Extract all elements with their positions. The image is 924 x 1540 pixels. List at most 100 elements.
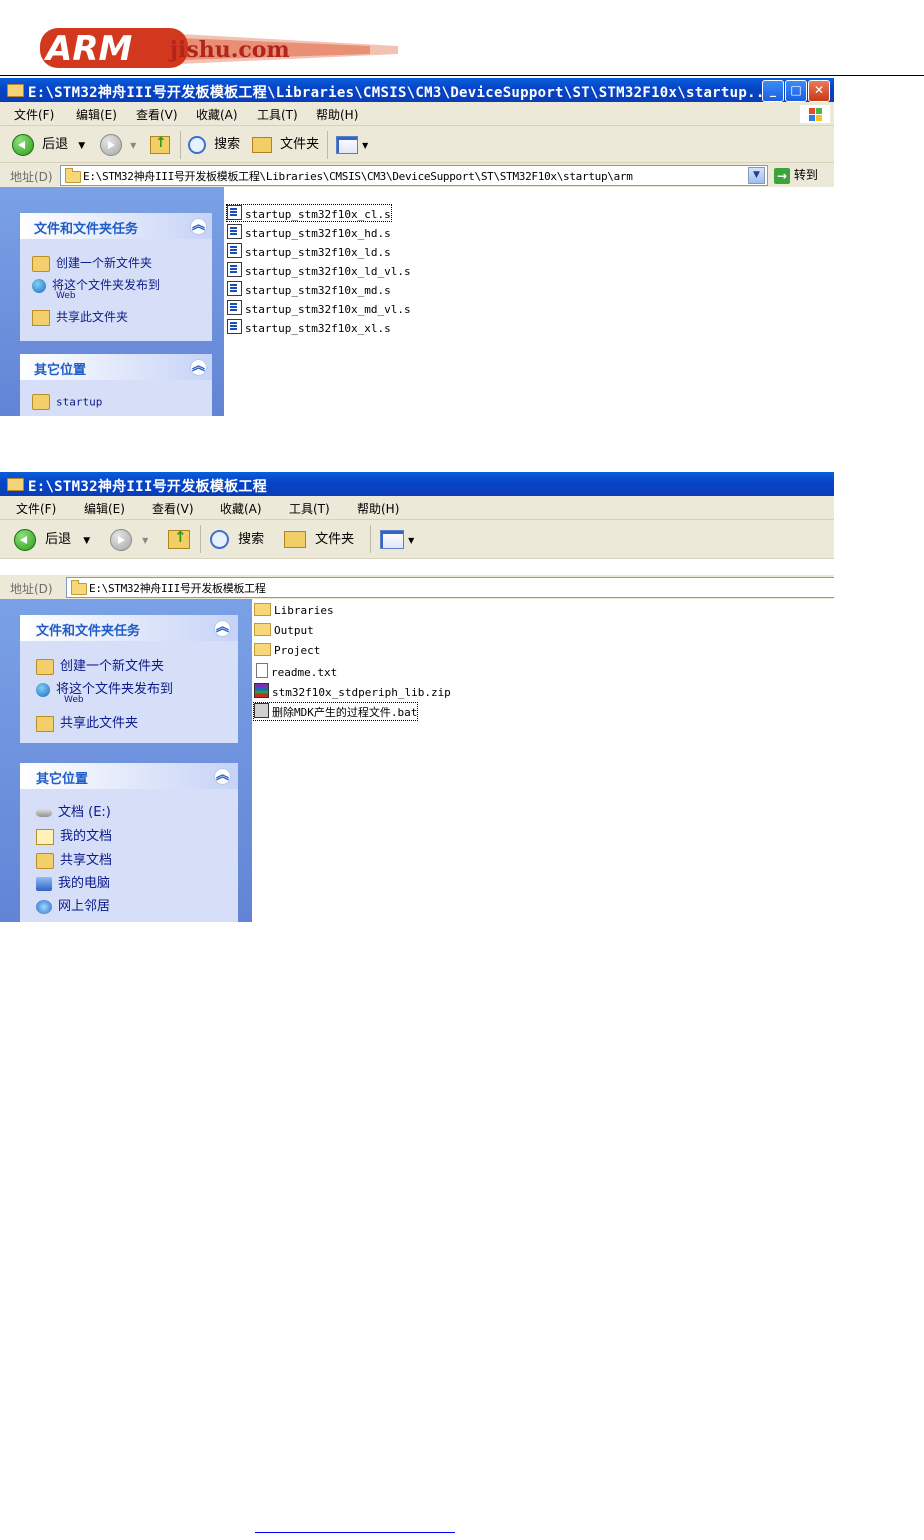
go-button[interactable]: → 转到: [774, 165, 818, 185]
file-item[interactable]: startup_stm32f10x_md.s: [227, 281, 391, 297]
title-bar[interactable]: E:\STM32神舟III号开发板模板工程\Libraries\CMSIS\CM…: [0, 78, 834, 102]
forward-button[interactable]: ▼: [100, 133, 136, 157]
task-pane: 文件和文件夹任务 ︽ 创建一个新文件夹 将这个文件夹发布到 Web 共享此文件夹…: [0, 599, 252, 922]
menu-favorites[interactable]: 收藏(A): [196, 106, 238, 123]
task-publish-web[interactable]: 将这个文件夹发布到: [32, 276, 160, 293]
up-folder-button[interactable]: ↑: [168, 528, 190, 552]
menu-edit[interactable]: 编辑(E): [76, 106, 117, 123]
folders-label: 文件夹: [280, 137, 320, 152]
menu-favorites[interactable]: 收藏(A): [220, 500, 262, 517]
go-label: 转到: [793, 168, 818, 182]
forward-arrow-icon: [110, 528, 132, 551]
file-item[interactable]: startup_stm32f10x_xl.s: [227, 319, 391, 335]
address-input[interactable]: E:\STM32神舟III号开发板模板工程: [66, 577, 834, 598]
search-icon: [210, 530, 229, 549]
file-item[interactable]: Output: [254, 623, 314, 637]
title-bar[interactable]: E:\STM32神舟III号开发板模板工程: [0, 472, 834, 496]
file-name: startup_stm32f10x_md.s: [245, 284, 391, 297]
up-folder-button[interactable]: ↑: [150, 133, 170, 157]
place-network[interactable]: 网上邻居: [36, 895, 110, 914]
minimize-button[interactable]: _: [762, 80, 784, 102]
place-label: 网上邻居: [58, 899, 111, 914]
file-name: Output: [274, 624, 314, 637]
collapse-icon[interactable]: ︽: [190, 359, 207, 376]
file-item[interactable]: startup_stm32f10x_ld.s: [227, 243, 391, 259]
menu-tools[interactable]: 工具(T): [289, 500, 330, 517]
folders-button[interactable]: 文件夹: [252, 133, 319, 157]
task-web-sublabel[interactable]: Web: [64, 695, 84, 705]
back-label: 后退: [42, 137, 69, 152]
address-label: 地址(D): [10, 582, 53, 596]
windows-logo-icon: [800, 105, 830, 123]
panel-header[interactable]: 其它位置 ︽: [20, 354, 212, 380]
search-button[interactable]: 搜索: [210, 528, 264, 552]
folder-icon: [254, 643, 271, 656]
close-button[interactable]: ✕: [808, 80, 830, 102]
collapse-icon[interactable]: ︽: [190, 218, 207, 235]
place-startup[interactable]: startup: [32, 394, 102, 410]
folder-icon: [71, 580, 87, 595]
task-share-folder[interactable]: 共享此文件夹: [32, 308, 128, 326]
place-drive-e[interactable]: 文档 (E:): [36, 801, 111, 820]
file-item[interactable]: startup_stm32f10x_ld_vl.s: [227, 262, 411, 278]
menu-help[interactable]: 帮助(H): [316, 106, 358, 123]
collapse-icon[interactable]: ︽: [214, 768, 231, 785]
address-dropdown-button[interactable]: ▼: [748, 167, 765, 184]
file-item[interactable]: startup_stm32f10x_md_vl.s: [227, 300, 411, 316]
task-label: 将这个文件夹发布到: [52, 278, 161, 292]
task-publish-web[interactable]: 将这个文件夹发布到: [36, 678, 173, 697]
menu-view[interactable]: 查看(V): [136, 106, 178, 123]
toolbar-separator: [180, 131, 181, 159]
place-shared-documents[interactable]: 共享文档: [36, 849, 112, 869]
panel-header[interactable]: 文件和文件夹任务 ︽: [20, 615, 238, 641]
menu-file[interactable]: 文件(F): [16, 500, 56, 517]
file-item[interactable]: readme.txt: [256, 663, 337, 679]
file-item[interactable]: Project: [254, 643, 320, 657]
folders-icon: [252, 136, 272, 153]
place-my-documents[interactable]: 我的文档: [36, 825, 112, 845]
share-folder-icon: [32, 309, 50, 326]
panel-header[interactable]: 其它位置 ︽: [20, 763, 238, 789]
search-button[interactable]: 搜索: [188, 133, 240, 157]
task-web-sublabel[interactable]: Web: [56, 291, 76, 301]
file-item[interactable]: Libraries: [254, 603, 334, 617]
place-my-computer[interactable]: 我的电脑: [36, 872, 110, 891]
folders-button[interactable]: 文件夹: [284, 528, 354, 552]
file-item[interactable]: stm32f10x_stdperiph_lib.zip: [254, 683, 451, 699]
maximize-button[interactable]: □: [785, 80, 807, 102]
views-icon: [380, 530, 404, 549]
forward-button[interactable]: ▼: [110, 528, 148, 552]
menu-tools[interactable]: 工具(T): [257, 106, 298, 123]
task-new-folder[interactable]: 创建一个新文件夹: [32, 254, 152, 272]
file-item[interactable]: startup_stm32f10x_hd.s: [227, 224, 391, 240]
task-share-folder[interactable]: 共享此文件夹: [36, 712, 138, 732]
header-rule: [0, 75, 924, 76]
task-label: 创建一个新文件夹: [56, 256, 153, 270]
menu-edit[interactable]: 编辑(E): [84, 500, 125, 517]
assembly-file-icon: [227, 243, 242, 258]
menu-help[interactable]: 帮助(H): [357, 500, 399, 517]
search-label: 搜索: [214, 137, 241, 152]
back-button[interactable]: 后退 ▼: [12, 133, 85, 157]
toolbar: 后退 ▼ ▼ ↑ 搜索 文件夹 ▼: [0, 126, 834, 163]
views-button[interactable]: ▼: [336, 133, 368, 157]
globe-icon: [32, 278, 46, 293]
views-button[interactable]: ▼: [380, 528, 414, 552]
address-input[interactable]: E:\STM32神舟III号开发板模板工程\Libraries\CMSIS\CM…: [60, 165, 768, 186]
go-arrow-icon: →: [774, 167, 790, 184]
other-places-panel: 其它位置 ︽ startup: [20, 354, 212, 416]
file-name: startup_stm32f10x_xl.s: [245, 322, 391, 335]
panel-header[interactable]: 文件和文件夹任务 ︽: [20, 213, 212, 239]
file-item[interactable]: 删除MDK产生的过程文件.bat: [252, 702, 419, 721]
menu-file[interactable]: 文件(F): [14, 106, 54, 123]
collapse-icon[interactable]: ︽: [214, 620, 231, 637]
search-label: 搜索: [238, 532, 265, 547]
menu-view[interactable]: 查看(V): [152, 500, 194, 517]
back-button[interactable]: 后退 ▼: [14, 528, 90, 552]
footer-link-underline[interactable]: [255, 1532, 455, 1533]
file-item[interactable]: startup_stm32f10x_cl.s: [226, 204, 392, 222]
window-title: E:\STM32神舟III号开发板模板工程\Libraries\CMSIS\CM…: [28, 85, 774, 101]
task-new-folder[interactable]: 创建一个新文件夹: [36, 655, 164, 675]
window-title: E:\STM32神舟III号开发板模板工程: [28, 479, 268, 495]
folder-icon: [32, 394, 50, 410]
